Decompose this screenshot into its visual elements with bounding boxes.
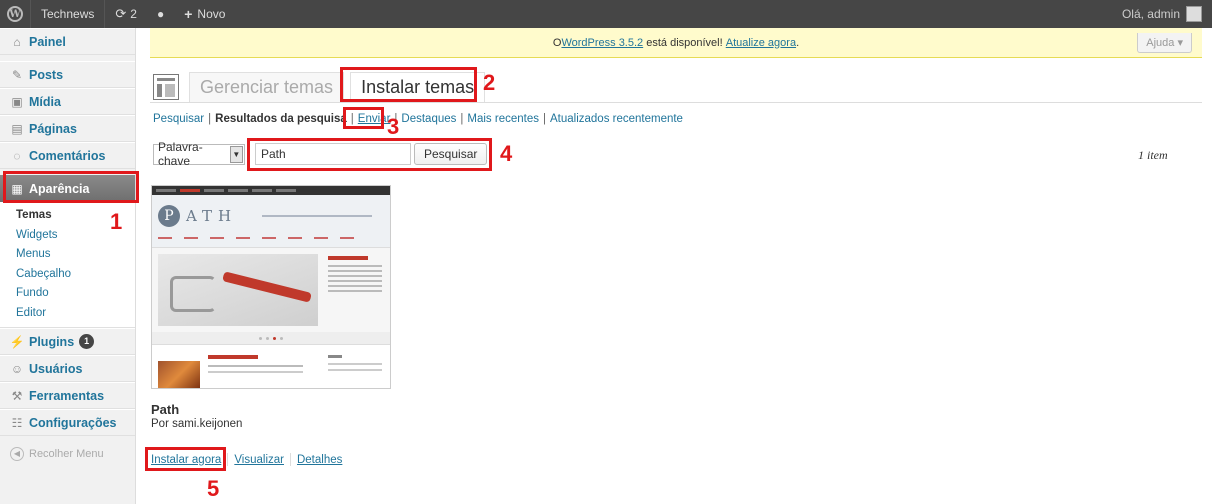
sidebar-item-label: Painel <box>29 34 66 49</box>
sidebar-item-label: Mídia <box>29 94 61 109</box>
comments-icon: ◌ <box>13 148 21 163</box>
theme-name: Path <box>151 402 180 417</box>
annotation-number-4: 4 <box>500 141 513 166</box>
tab-gerenciar-temas[interactable]: Gerenciar temas <box>189 72 345 102</box>
install-subnav: Pesquisar | Resultados da pesquisa | Enviar |… <box>153 113 683 125</box>
results-count: 1 item <box>1138 148 1168 162</box>
new-content-link[interactable]: + Novo <box>174 0 235 28</box>
sidebar-item-label: Usuários <box>29 361 83 376</box>
submenu-item-editor[interactable]: Editor <box>16 304 135 324</box>
collapse-menu-button[interactable]: ◀ Recolher Menu <box>0 440 135 467</box>
theme-screenshot[interactable]: P ATH <box>151 185 391 389</box>
subnav-results-current: Resultados da pesquisa <box>215 113 347 125</box>
updates-link[interactable]: ⟳ 2 <box>105 0 147 28</box>
notice-text: O <box>552 36 562 49</box>
plugins-icon: ⚡ <box>9 334 25 349</box>
notice-text: . <box>796 36 800 49</box>
sidebar-item-label: Páginas <box>29 121 77 136</box>
settings-icon: ☷ <box>11 415 23 430</box>
submenu-item-cabecalho[interactable]: Cabeçalho <box>16 265 135 285</box>
plugins-update-badge: 1 <box>79 334 95 349</box>
subnav-updated-link[interactable]: Atualizados recentemente <box>550 113 683 125</box>
sidebar-item-usuarios[interactable]: ☺ Usuários <box>0 355 135 382</box>
new-label: Novo <box>197 7 226 21</box>
theme-author: Por sami.keijonen <box>151 418 243 430</box>
wordpress-version-link[interactable]: WordPress 3.5.2 <box>561 37 643 49</box>
submenu-item-fundo[interactable]: Fundo <box>16 284 135 304</box>
search-type-value: Palavra-chave <box>158 140 203 168</box>
home-icon: ⌂ <box>13 34 21 49</box>
chevron-down-icon: ▼ <box>229 145 243 163</box>
preview-link[interactable]: Visualizar <box>234 454 284 466</box>
avatar[interactable] <box>1186 6 1202 22</box>
details-link[interactable]: Detalhes <box>297 454 342 466</box>
subnav-newest-link[interactable]: Mais recentes <box>467 113 539 125</box>
plus-icon: + <box>184 6 193 22</box>
annotation-box-appearance <box>3 171 139 203</box>
submenu-item-menus[interactable]: Menus <box>16 245 135 265</box>
annotation-box-install-now <box>145 447 226 471</box>
annotation-number-1: 1 <box>110 209 123 234</box>
sidebar-item-paginas[interactable]: ▤ Páginas <box>0 115 135 142</box>
media-icon: ▣ <box>11 94 23 109</box>
collapse-menu-label: Recolher Menu <box>29 447 104 460</box>
subnav-featured-link[interactable]: Destaques <box>401 113 456 125</box>
users-icon: ☺ <box>10 361 24 376</box>
sidebar-item-painel[interactable]: ⌂ Painel <box>0 28 135 55</box>
themes-page-icon <box>153 74 179 100</box>
pin-icon: ✎ <box>11 67 23 82</box>
search-type-select[interactable]: Palavra-chave ▼ <box>153 140 245 168</box>
pages-icon: ▤ <box>11 121 23 136</box>
annotation-number-3: 3 <box>387 114 400 139</box>
refresh-icon: ⟳ <box>115 6 127 21</box>
sidebar-item-ferramentas[interactable]: ⚒ Ferramentas <box>0 382 135 409</box>
sidebar-item-label: Ferramentas <box>29 388 105 403</box>
account-greeting[interactable]: Olá, admin <box>1122 7 1180 21</box>
subnav-search-link[interactable]: Pesquisar <box>153 113 204 125</box>
annotation-box-install-tab <box>340 67 477 102</box>
annotation-number-2: 2 <box>483 70 496 95</box>
wordpress-logo-icon[interactable]: W <box>0 3 30 25</box>
sidebar-item-posts[interactable]: ✎ Posts <box>0 61 135 88</box>
help-button[interactable]: Ajuda ▾ <box>1137 33 1192 53</box>
annotation-box-upload <box>343 107 384 129</box>
annotation-number-5: 5 <box>207 476 220 501</box>
site-name-link[interactable]: Technews <box>31 0 104 28</box>
sidebar-item-label: Comentários <box>29 148 106 163</box>
update-now-link[interactable]: Atualize agora <box>726 37 796 49</box>
comment-bubble-icon: ● <box>156 7 165 21</box>
sidebar-item-label: Posts <box>29 67 64 82</box>
tools-icon: ⚒ <box>11 388 23 403</box>
admin-bar: W Technews ⟳ 2 ● + Novo Olá, admin <box>0 0 1212 28</box>
sidebar-item-configuracoes[interactable]: ☷ Configurações <box>0 409 135 436</box>
comments-link[interactable]: ● <box>147 0 174 28</box>
sidebar-item-midia[interactable]: ▣ Mídia <box>0 88 135 115</box>
sidebar-item-label: Configurações <box>29 415 117 430</box>
annotation-box-search <box>247 138 492 171</box>
update-notice: O WordPress 3.5.2 está disponível! Atual… <box>150 28 1202 58</box>
notice-text: está disponível! <box>643 36 726 49</box>
collapse-arrow-icon: ◀ <box>10 446 24 461</box>
theme-preview-logo: P ATH <box>158 205 237 227</box>
sidebar-item-comentarios[interactable]: ◌ Comentários <box>0 142 135 169</box>
sidebar-item-plugins[interactable]: ⚡ Plugins 1 <box>0 328 135 355</box>
updates-count: 2 <box>130 7 137 21</box>
sidebar-item-label: Plugins <box>29 334 75 349</box>
admin-sidebar: ⌂ Painel ✎ Posts ▣ Mídia ▤ Páginas ◌ Com… <box>0 28 136 504</box>
